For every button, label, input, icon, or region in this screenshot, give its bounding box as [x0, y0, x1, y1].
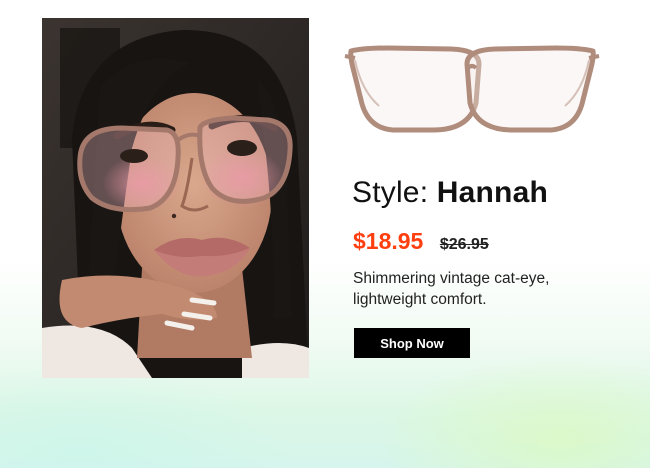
original-price: $26.95: [439, 236, 489, 253]
style-name: Hannah: [436, 176, 548, 209]
shop-now-button[interactable]: Shop Now: [354, 328, 470, 358]
product-description: Shimmering vintage cat-eye, lightweight …: [353, 270, 550, 308]
current-price: $18.95: [353, 228, 424, 254]
price-row: $18.95 $26.95: [353, 228, 489, 255]
product-photo: [333, 18, 611, 158]
eyeglasses-icon: [344, 45, 600, 133]
model-photo: [42, 18, 309, 378]
style-prefix: Style:: [352, 176, 437, 209]
style-title: Style: Hannah: [352, 176, 548, 210]
